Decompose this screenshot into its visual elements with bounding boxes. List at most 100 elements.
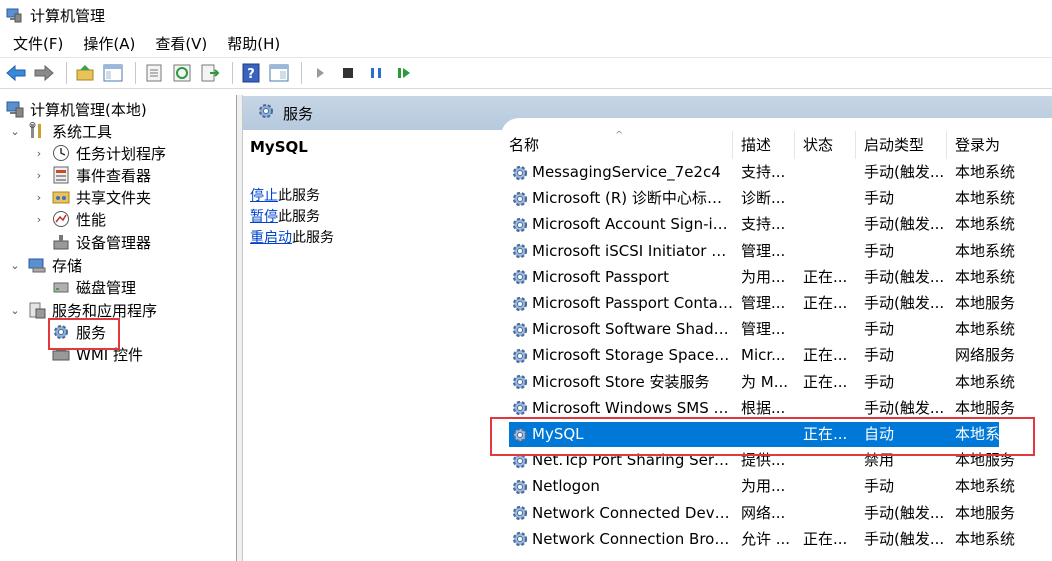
menu-action[interactable]: 操作(A) [76, 31, 142, 56]
column-header-logon-as[interactable]: 登录为 [947, 131, 1052, 159]
service-startup-type: 手动 [864, 320, 895, 339]
column-header-name[interactable]: 名称 ^ [501, 131, 733, 159]
description-panel: MySQL 停止此服务 暂停此服务 重启动此服务 [243, 130, 501, 561]
service-status: 正在... [803, 294, 848, 312]
service-name: Microsoft Storage Spaces S... [501, 342, 733, 368]
toolbar-separator [66, 62, 67, 84]
chevron-right-icon[interactable]: › [32, 169, 46, 182]
service-description: 为 M... [741, 372, 789, 391]
menu-help[interactable]: 帮助(H) [220, 31, 287, 56]
forward-arrow-icon[interactable] [32, 61, 56, 85]
gear-icon [511, 295, 529, 313]
gear-icon [511, 399, 529, 417]
column-header-description[interactable]: 描述 [733, 131, 795, 159]
service-startup-type: 手动 [864, 372, 895, 391]
toolbar-separator [135, 62, 136, 84]
action-suffix: 此服务 [278, 188, 320, 204]
properties-icon[interactable] [142, 61, 166, 85]
table-row[interactable]: Microsoft (R) 诊断中心标准... 诊断... 手动 本地系统 [501, 185, 1052, 211]
service-logon-as: 本地系统 [955, 372, 1016, 391]
chevron-right-icon[interactable]: › [32, 191, 46, 204]
gear-icon [511, 242, 529, 260]
service-startup-type: 手动(触发... [864, 529, 945, 548]
show-hide-tree-icon[interactable] [101, 61, 125, 85]
column-header-status[interactable]: 状态 [795, 131, 856, 159]
tree-label: 磁盘管理 [76, 278, 137, 297]
pause-service-link[interactable]: 暂停 [250, 209, 278, 225]
back-arrow-icon[interactable] [4, 61, 28, 85]
chevron-down-icon[interactable]: ⌄ [8, 125, 22, 138]
tree-item-event-viewer[interactable]: › 事件查看器 [32, 164, 151, 186]
toolbar-separator [232, 62, 233, 84]
stop-service-icon[interactable] [336, 61, 360, 85]
up-folder-icon[interactable] [73, 61, 97, 85]
table-row[interactable]: MessagingService_7e2c4 支持... 手动(触发... 本地系统 [501, 159, 1052, 185]
title-bar: 计算机管理 [0, 0, 1052, 30]
service-status: 正在... [803, 346, 848, 365]
service-description: 网络... [741, 503, 786, 522]
table-row[interactable]: Network Connection Broker 允许 ... 正在... 手动(触… [501, 526, 1052, 552]
table-row[interactable]: Microsoft Passport 为用... 正在... 手动(触发... 本地系统 [501, 264, 1052, 290]
service-startup-type: 手动(触发... [864, 503, 945, 522]
tree-item-computer-management[interactable]: 计算机管理(本地) [6, 98, 147, 120]
tree-label: 存储 [52, 256, 83, 275]
table-row[interactable]: Microsoft iSCSI Initiator Ser... 管理... 手动 本… [501, 238, 1052, 264]
tree-item-device-manager[interactable]: 设备管理器 [52, 231, 151, 253]
chevron-right-icon[interactable]: › [32, 147, 46, 160]
toolbar-separator [301, 62, 302, 84]
tree-label: 系统工具 [52, 122, 113, 141]
tree-item-storage[interactable]: ⌄ 存储 [8, 254, 82, 276]
restart-service-action: 重启动此服务 [250, 227, 334, 247]
services-apps-icon [28, 301, 46, 319]
gear-icon [511, 504, 529, 522]
export-list-icon[interactable] [198, 61, 222, 85]
service-status: 正在... [803, 529, 848, 548]
column-header-startup-type[interactable]: 启动类型 [856, 131, 947, 159]
gear-icon [511, 347, 529, 365]
refresh-icon[interactable] [170, 61, 194, 85]
show-action-pane-icon[interactable] [267, 61, 291, 85]
tree-item-shared-folders[interactable]: › 共享文件夹 [32, 186, 151, 208]
table-row[interactable]: Microsoft Storage Spaces S... Micr... 正在..… [501, 342, 1052, 368]
table-row[interactable]: Microsoft Account Sign-in ... 支持... 手动(触发.… [501, 211, 1052, 237]
svg-text:?: ? [247, 67, 255, 82]
service-description: 管理... [741, 320, 786, 339]
service-startup-type: 手动 [864, 241, 895, 260]
menu-file[interactable]: 文件(F) [6, 31, 70, 56]
table-row[interactable]: Microsoft Store 安装服务为 M... 正在... 手动 本地系统 [501, 369, 1052, 395]
tree-item-task-scheduler[interactable]: › 任务计划程序 [32, 142, 166, 164]
table-row[interactable]: Microsoft Software Shado... 管理... 手动 本地系统 [501, 316, 1052, 342]
service-name: Microsoft Passport [501, 264, 733, 290]
chevron-down-icon[interactable]: ⌄ [8, 304, 22, 317]
service-logon-as: 网络服务 [955, 346, 1016, 365]
event-viewer-icon [52, 166, 70, 184]
tree-item-performance[interactable]: › 性能 [32, 208, 106, 230]
chevron-right-icon[interactable]: › [32, 213, 46, 226]
service-startup-type: 手动(触发... [864, 267, 945, 286]
pause-service-icon[interactable] [364, 61, 388, 85]
gear-icon [511, 268, 529, 286]
chevron-down-icon[interactable]: ⌄ [8, 259, 22, 272]
service-logon-as: 本地服务 [955, 503, 1016, 522]
restart-service-link[interactable]: 重启动 [250, 230, 292, 246]
service-logon-as: 本地系统 [955, 320, 1016, 339]
table-row[interactable]: Network Connected Devic... 网络... 手动(触发... 本… [501, 500, 1052, 526]
tree-item-system-tools[interactable]: ⌄ 系统工具 [8, 120, 112, 142]
menu-view[interactable]: 查看(V) [148, 31, 214, 56]
tree-label: 事件查看器 [76, 166, 152, 185]
service-name: Microsoft Passport Container [501, 290, 733, 316]
tree-item-disk-management[interactable]: 磁盘管理 [52, 276, 136, 298]
gear-icon [257, 102, 275, 124]
start-service-icon[interactable] [308, 61, 332, 85]
table-row[interactable]: Netlogon 为用... 手动 本地系统 [501, 473, 1052, 499]
service-description: 支持... [741, 163, 786, 181]
disk-icon [52, 278, 70, 296]
service-name: Netlogon [501, 473, 733, 499]
service-description: 为用... [741, 267, 786, 286]
restart-service-icon[interactable] [392, 61, 416, 85]
help-icon[interactable]: ? [239, 61, 263, 85]
services-list: 名称 ^ 描述 状态 启动类型 登录为 MessagingService_7e2… [501, 118, 1052, 561]
stop-service-link[interactable]: 停止 [250, 188, 278, 204]
table-row[interactable]: Microsoft Passport Container 管理... 正在... 手动… [501, 290, 1052, 316]
highlight-box-services [48, 318, 120, 350]
